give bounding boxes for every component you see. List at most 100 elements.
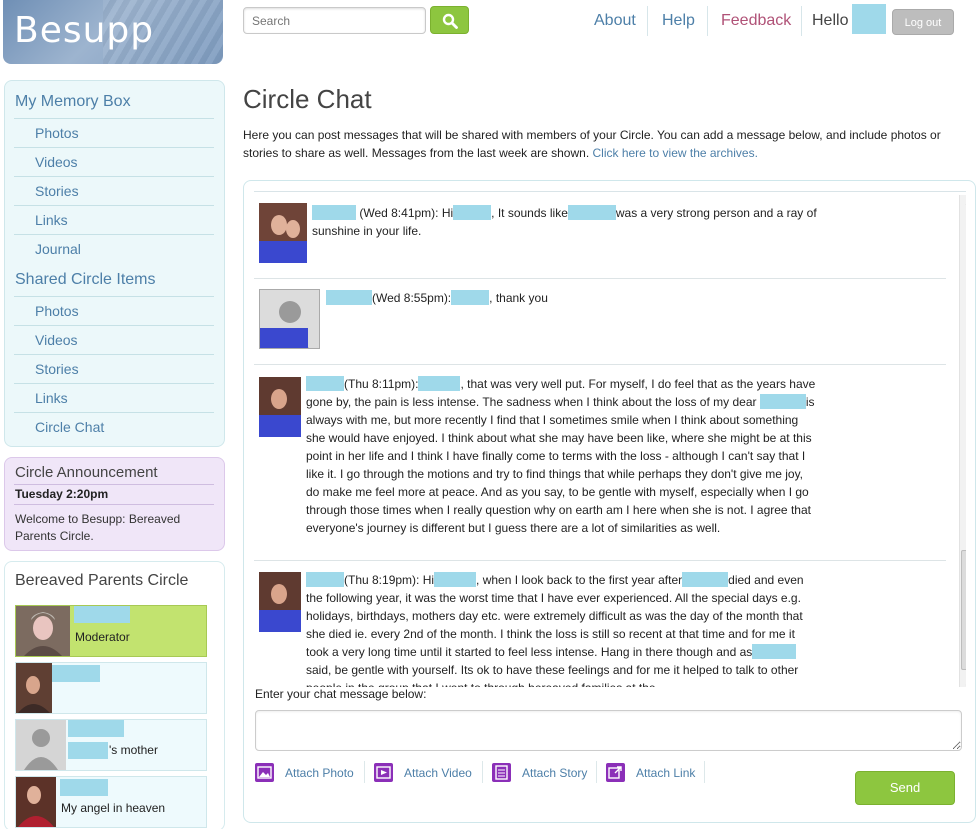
nav-about-link[interactable]: About — [594, 9, 636, 37]
message-text: (Thu 8:19pm): Hi , when I look back to th… — [306, 571, 818, 687]
member-card[interactable]: 's mother — [15, 719, 207, 771]
chat-message: (Thu 8:11pm):, that was very well put. F… — [254, 365, 946, 561]
memory-item-links[interactable]: Links — [14, 205, 214, 234]
member-card[interactable]: My angel in heaven — [15, 776, 207, 828]
chat-message: (Wed 8:41pm): Hi, It sounds like was a ve… — [254, 192, 946, 279]
chat-scrollbar[interactable]: ▲ ▼ — [959, 195, 966, 687]
shared-items-heading[interactable]: Shared Circle Items — [15, 271, 156, 289]
circle-announcement-panel: Circle Announcement Tuesday 2:20pm Welco… — [4, 457, 225, 551]
avatar-redaction — [260, 328, 308, 348]
scroll-up-icon[interactable]: ▲ — [964, 197, 966, 207]
message-body: , thank you — [489, 291, 548, 305]
photo-icon — [255, 763, 274, 782]
name-redaction — [453, 205, 492, 220]
scroll-down-icon[interactable]: ▼ — [964, 682, 966, 687]
avatar — [16, 663, 52, 713]
message-body: said, be gentle with yourself. Its ok to… — [306, 663, 799, 687]
message-time: (Wed 8:41pm): Hi — [359, 206, 454, 220]
shared-item-videos[interactable]: Videos — [14, 325, 214, 354]
name-redaction — [74, 606, 130, 623]
shared-item-circle-chat[interactable]: Circle Chat — [14, 412, 214, 441]
author-redaction — [306, 376, 344, 391]
link-icon — [606, 763, 625, 782]
avatar-redaction — [259, 415, 301, 437]
nav-help-link[interactable]: Help — [662, 9, 695, 37]
avatar — [259, 377, 301, 437]
message-time: (Thu 8:19pm): Hi — [344, 573, 435, 587]
chat-input-label: Enter your chat message below: — [255, 687, 427, 701]
circle-title: Bereaved Parents Circle — [15, 572, 189, 589]
memory-item-photos[interactable]: Photos — [14, 118, 214, 147]
member-role: Moderator — [75, 630, 130, 644]
member-role: My angel in heaven — [61, 801, 166, 815]
chat-panel: (Wed 8:41pm): Hi, It sounds like was a ve… — [243, 180, 976, 823]
name-redaction — [68, 742, 108, 759]
member-card[interactable]: Moderator — [15, 605, 207, 657]
story-icon — [492, 763, 511, 782]
attach-story-label: Attach Story — [522, 766, 588, 780]
name-redaction — [418, 376, 461, 391]
message-time: (Wed 8:55pm): — [372, 291, 452, 305]
divider — [364, 761, 365, 783]
name-redaction — [752, 644, 797, 659]
announcement-date: Tuesday 2:20pm — [14, 484, 214, 505]
memory-item-videos[interactable]: Videos — [14, 147, 214, 176]
message-text: (Wed 8:55pm): , thank you — [326, 289, 832, 307]
shared-item-stories[interactable]: Stories — [14, 354, 214, 383]
chat-message: (Wed 8:55pm): , thank you — [254, 279, 946, 365]
search-button[interactable] — [430, 6, 469, 34]
memory-box-heading[interactable]: My Memory Box — [15, 93, 131, 111]
author-redaction — [326, 290, 372, 305]
scroll-thumb[interactable] — [961, 550, 966, 670]
message-time: (Thu 8:11pm): — [344, 377, 419, 391]
author-redaction — [312, 205, 356, 220]
name-redaction — [60, 779, 108, 796]
shared-item-links[interactable]: Links — [14, 383, 214, 412]
memory-item-stories[interactable]: Stories — [14, 176, 214, 205]
name-redaction — [759, 394, 806, 409]
avatar — [16, 606, 70, 656]
send-button[interactable]: Send — [855, 771, 955, 805]
memory-box-panel: My Memory Box Photos Videos Stories Link… — [4, 80, 225, 447]
besupp-logo[interactable]: Besupp — [3, 0, 223, 64]
message-body: , when I look back to the first year aft… — [476, 573, 683, 587]
name-redaction — [451, 290, 490, 305]
avatar-redaction — [259, 241, 307, 263]
circle-members-panel: Bereaved Parents Circle Moderator 's mot… — [4, 561, 225, 829]
divider — [596, 761, 597, 783]
name-redaction — [68, 720, 124, 737]
avatar-redaction — [259, 610, 301, 632]
nav-feedback-link[interactable]: Feedback — [721, 9, 791, 37]
logout-button[interactable]: Log out — [892, 9, 954, 35]
memory-item-journal[interactable]: Journal — [14, 234, 214, 263]
nav-divider — [707, 6, 708, 36]
name-redaction — [52, 665, 100, 682]
attach-video-label: Attach Video — [404, 766, 472, 780]
username-redaction — [852, 4, 886, 34]
chat-message-input[interactable] — [255, 710, 962, 751]
avatar — [16, 777, 56, 827]
divider — [704, 761, 705, 783]
message-body: is always with me, but more recently I f… — [306, 395, 815, 535]
attach-photo-label: Attach Photo — [285, 766, 354, 780]
member-card[interactable] — [15, 662, 207, 714]
member-role: 's mother — [109, 743, 158, 757]
chat-message: (Thu 8:19pm): Hi , when I look back to th… — [254, 561, 946, 687]
hello-greeting: Hello — [812, 12, 849, 29]
name-redaction — [567, 205, 616, 220]
shared-item-photos[interactable]: Photos — [14, 296, 214, 325]
attach-link-label: Attach Link — [636, 766, 696, 780]
page-title: Circle Chat — [243, 84, 372, 114]
archive-link[interactable]: Click here to view the archives. — [593, 146, 758, 160]
message-body: , It sounds like — [491, 206, 568, 220]
message-text: (Wed 8:41pm): Hi, It sounds like was a ve… — [312, 204, 818, 240]
message-text: (Thu 8:11pm):, that was very well put. F… — [306, 375, 818, 537]
nav-divider — [801, 6, 802, 36]
chat-messages[interactable]: (Wed 8:41pm): Hi, It sounds like was a ve… — [254, 191, 966, 687]
search-input[interactable] — [243, 7, 426, 34]
divider — [482, 761, 483, 783]
name-redaction — [682, 572, 729, 587]
avatar — [259, 203, 307, 263]
author-redaction — [306, 572, 344, 587]
avatar — [259, 572, 301, 632]
